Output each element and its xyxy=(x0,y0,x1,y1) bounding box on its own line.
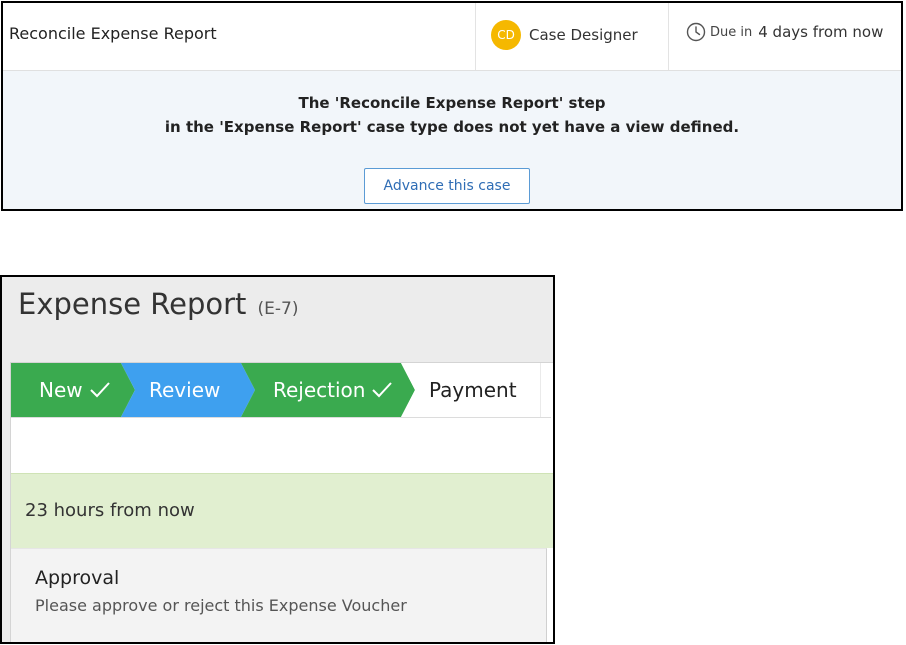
checkmark-icon xyxy=(372,382,393,398)
due-prefix: Due in xyxy=(710,24,753,40)
stage-payment[interactable]: Payment xyxy=(429,363,517,417)
message-line: The 'Reconcile Expense Report' step xyxy=(298,94,606,112)
clock-icon xyxy=(686,22,706,42)
case-body: New Review Rejection Payment 23 hours fr… xyxy=(10,362,553,642)
message-line: in the 'Expense Report' case type does n… xyxy=(164,118,740,136)
case-header: Expense Report (E-7) xyxy=(18,287,298,321)
stage-label: New xyxy=(39,378,83,402)
divider xyxy=(11,417,551,418)
assignment-instructions: Please approve or reject this Expense Vo… xyxy=(35,596,407,615)
case-title: Expense Report xyxy=(18,287,247,321)
due-date: Due in 4 days from now xyxy=(686,22,883,42)
stage-label: Review xyxy=(149,378,221,402)
assignment-card[interactable]: Approval Please approve or reject this E… xyxy=(11,548,547,642)
stage-rejection[interactable]: Rejection xyxy=(273,363,393,417)
no-view-message: The 'Reconcile Expense Report' step in t… xyxy=(3,91,901,139)
checkmark-icon xyxy=(89,382,110,398)
avatar: CD xyxy=(491,20,521,50)
assignment-title: Approval xyxy=(35,567,120,589)
task-panel: Reconcile Expense Report CD Case Designe… xyxy=(1,1,903,211)
stage-label: Rejection xyxy=(273,378,366,402)
assignee[interactable]: CD Case Designer xyxy=(491,19,638,51)
stage-new[interactable]: New xyxy=(39,363,111,417)
due-value: 4 days from now xyxy=(758,23,884,41)
header-divider xyxy=(475,3,476,70)
task-body: The 'Reconcile Expense Report' step in t… xyxy=(3,71,901,209)
task-header: Reconcile Expense Report CD Case Designe… xyxy=(3,3,901,71)
case-panel: Expense Report (E-7) New Review Rejectio… xyxy=(0,275,555,644)
stage-review[interactable]: Review xyxy=(149,363,220,417)
advance-case-button[interactable]: Advance this case xyxy=(364,168,530,204)
case-id: (E-7) xyxy=(257,299,299,319)
header-divider xyxy=(668,3,669,70)
sla-text: 23 hours from now xyxy=(25,500,195,521)
stage-label: Payment xyxy=(429,378,517,402)
task-title: Reconcile Expense Report xyxy=(9,24,217,43)
stage-chevrons: New Review Rejection Payment xyxy=(11,363,541,417)
sla-banner: 23 hours from now xyxy=(11,473,553,548)
assignee-name: Case Designer xyxy=(529,26,638,44)
